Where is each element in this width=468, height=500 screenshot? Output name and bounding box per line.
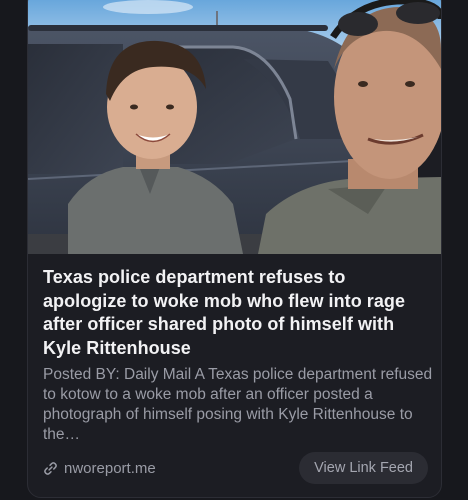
post-title[interactable]: Texas police department refuses to apolo…: [43, 266, 433, 360]
post-description: Posted BY: Daily Mail A Texas police dep…: [43, 366, 433, 443]
source-domain: nworeport.me: [64, 459, 156, 477]
post-image[interactable]: [28, 0, 441, 254]
view-link-feed-button[interactable]: View Link Feed: [299, 452, 428, 484]
post-footer: nworeport.me View Link Feed: [43, 452, 428, 484]
link-icon: [43, 461, 58, 476]
source-link[interactable]: nworeport.me: [43, 460, 156, 477]
link-post-card[interactable]: Texas police department refuses to apolo…: [27, 0, 442, 498]
